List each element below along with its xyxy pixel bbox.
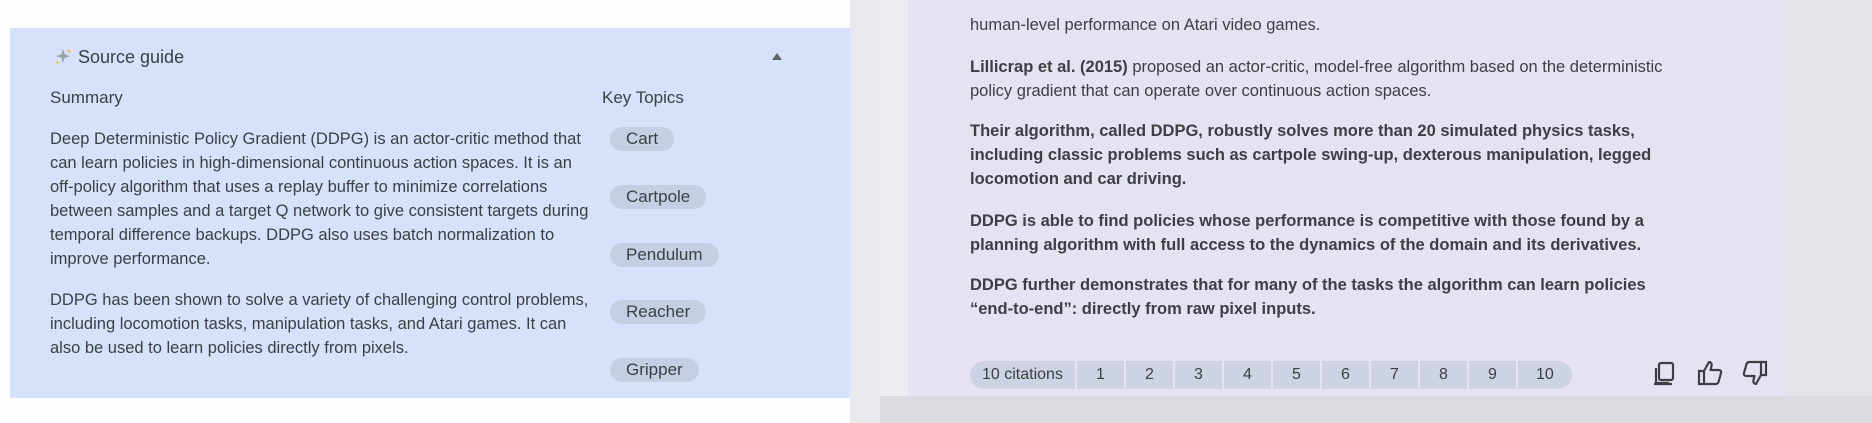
- source-guide-header[interactable]: Source guide: [52, 46, 184, 68]
- response-card: human-level performance on Atari video g…: [908, 0, 1788, 400]
- response-text: human-level performance on Atari video g…: [970, 16, 1321, 34]
- source-guide-panel: Source guide Summary Key Topics Deep Det…: [10, 28, 850, 398]
- summary-heading: Summary: [50, 88, 123, 107]
- citation-9[interactable]: 9: [1468, 361, 1516, 389]
- citation-7[interactable]: 7: [1370, 361, 1418, 389]
- summary-paragraph: DDPG has been shown to solve a variety o…: [50, 291, 589, 357]
- citation-3[interactable]: 3: [1174, 361, 1222, 389]
- topic-chip-gripper[interactable]: Gripper: [610, 358, 699, 382]
- topic-chip-reacher[interactable]: Reacher: [610, 300, 707, 324]
- response-paragraph: DDPG is able to find policies whose perf…: [970, 212, 1644, 254]
- citation-2[interactable]: 2: [1125, 361, 1173, 389]
- thumbs-down-icon[interactable]: [1740, 358, 1770, 388]
- citation-4[interactable]: 4: [1223, 361, 1271, 389]
- topic-chip-cartpole[interactable]: Cartpole: [610, 185, 707, 209]
- citation-1[interactable]: 1: [1076, 361, 1124, 389]
- thumbs-up-icon[interactable]: [1695, 358, 1725, 388]
- citation-8[interactable]: 8: [1419, 361, 1467, 389]
- chat-footer-strip: [880, 396, 1872, 423]
- source-guide-title: Source guide: [78, 46, 185, 67]
- citation-10[interactable]: 10: [1517, 361, 1572, 389]
- summary-paragraph: Deep Deterministic Policy Gradient (DDPG…: [50, 130, 589, 268]
- chevron-up-icon[interactable]: [770, 50, 784, 62]
- topic-chip-cart[interactable]: Cart: [610, 127, 675, 151]
- chat-pane: human-level performance on Atari video g…: [880, 0, 1872, 423]
- sparkle-icon: [55, 48, 72, 65]
- response-paragraph: Lillicrap et al. (2015) proposed an acto…: [970, 55, 1670, 103]
- pane-divider[interactable]: [850, 0, 880, 423]
- scroll-gutter: [1788, 0, 1872, 423]
- citation-6[interactable]: 6: [1321, 361, 1369, 389]
- notebook-pane: Source guide Summary Key Topics Deep Det…: [0, 0, 850, 423]
- key-topics-heading: Key Topics: [602, 88, 684, 107]
- citation-author: Lillicrap et al. (2015): [970, 58, 1128, 76]
- citations-bar: 10 citations 1 2 3 4 5 6 7 8 9 10: [970, 361, 1574, 389]
- copy-icon[interactable]: [1650, 358, 1680, 388]
- topic-chip-pendulum[interactable]: Pendulum: [610, 243, 719, 267]
- response-paragraph: DDPG further demonstrates that for many …: [970, 276, 1646, 318]
- response-paragraph: Their algorithm, called DDPG, robustly s…: [970, 122, 1652, 188]
- citation-5[interactable]: 5: [1272, 361, 1320, 389]
- citations-count-button[interactable]: 10 citations: [970, 361, 1075, 389]
